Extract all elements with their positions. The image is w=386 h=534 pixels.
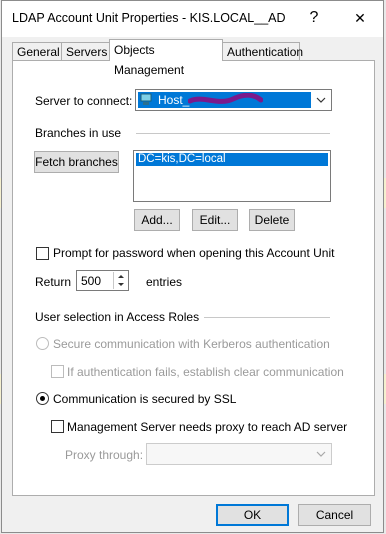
list-item[interactable]: DC=kis,DC=local [136,153,328,166]
server-connect-dropdown[interactable]: Host_ [135,89,332,111]
delete-branch-button[interactable]: Delete [249,209,295,231]
access-roles-section-label: User selection in Access Roles [35,310,200,324]
add-branch-button[interactable]: Add... [134,209,180,231]
tab-general[interactable]: General [12,42,62,60]
close-button[interactable]: ✕ [345,7,375,29]
tab-authentication[interactable]: Authentication [222,42,303,60]
window-title: LDAP Account Unit Properties - KIS.LOCAL… [12,11,286,25]
server-connect-label: Server to connect: [35,94,133,108]
spin-down-icon[interactable] [116,281,126,288]
ssl-radio[interactable] [36,392,49,405]
prompt-password-checkbox[interactable] [36,247,49,260]
prompt-password-label: Prompt for password when opening this Ac… [53,246,335,260]
ldap-properties-dialog: LDAP Account Unit Properties - KIS.LOCAL… [1,0,384,533]
objects-management-panel: Server to connect: Host_ Branches in use… [12,60,375,496]
branches-list[interactable]: DC=kis,DC=local [133,150,331,202]
proxy-needed-checkbox[interactable] [51,420,64,433]
title-bar: LDAP Account Unit Properties - KIS.LOCAL… [2,1,383,37]
branches-section-label: Branches in use [35,126,122,140]
chevron-down-icon [316,97,326,103]
return-entries-spinner[interactable]: 500 [76,270,129,291]
fetch-branches-button[interactable]: Fetch branches [34,151,119,173]
spin-up-icon[interactable] [116,273,126,280]
edit-branch-button[interactable]: Edit... [192,209,238,231]
proxy-through-dropdown[interactable] [146,443,332,465]
entries-label: entries [146,275,183,289]
proxy-needed-label: Management Server needs proxy to reach A… [67,420,348,434]
tab-objects-management[interactable]: Objects Management [109,39,223,77]
ok-button[interactable]: OK [216,504,289,526]
tab-servers[interactable]: Servers [61,42,110,60]
return-label: Return [35,275,72,289]
ssl-radio-dot [40,396,45,401]
ssl-label: Communication is secured by SSL [53,392,237,406]
redaction-mark [188,93,263,104]
spinner-buttons [113,272,128,289]
chevron-down-icon [316,451,326,457]
kerberos-label: Secure communication with Kerberos authe… [53,337,330,351]
server-icon [140,93,152,105]
clear-comm-checkbox[interactable] [51,365,64,378]
cancel-button[interactable]: Cancel [298,504,371,526]
help-button[interactable]: ? [299,7,329,29]
proxy-through-label: Proxy through: [65,448,144,462]
clear-comm-label: If authentication fails, establish clear… [67,365,344,379]
access-roles-separator [204,317,330,318]
server-connect-value: Host_ [158,93,190,107]
branches-separator [136,133,330,134]
return-entries-value: 500 [81,274,102,288]
kerberos-radio[interactable] [36,337,49,350]
